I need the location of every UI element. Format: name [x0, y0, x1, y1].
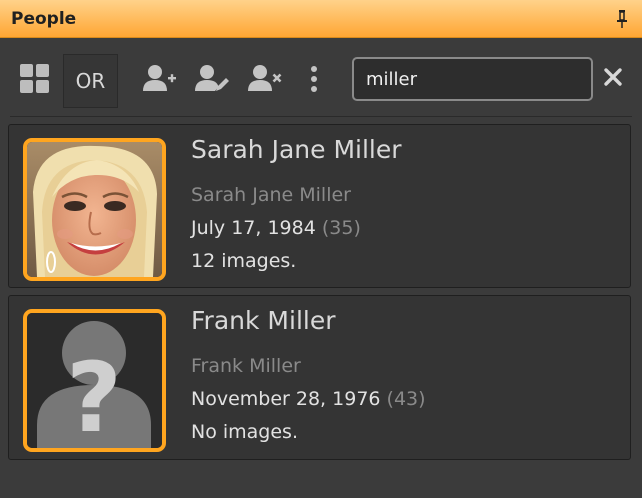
person-avatar	[23, 138, 166, 281]
person-card[interactable]: Sarah Jane Miller Sarah Jane Miller July…	[8, 124, 631, 288]
toolbar: OR	[0, 38, 642, 118]
edit-person-icon	[195, 64, 229, 98]
pin-icon[interactable]	[616, 9, 628, 29]
people-panel: People OR miller Sarah Jane Miller Sarah…	[0, 0, 642, 498]
person-card[interactable]: ? Frank Miller Frank Miller November 28,…	[8, 295, 631, 460]
person-name: Sarah Jane Miller	[191, 135, 402, 164]
person-info: Sarah Jane Miller Sarah Jane Miller July…	[191, 131, 611, 275]
person-alias: Frank Miller	[191, 355, 301, 377]
person-birthdate: November 28, 1976	[191, 388, 381, 410]
more-options-button[interactable]	[300, 54, 328, 108]
edit-person-button[interactable]	[192, 54, 232, 108]
panel-titlebar: People	[0, 0, 642, 38]
person-avatar: ?	[23, 309, 166, 452]
panel-title: People	[11, 9, 77, 29]
person-image-count: No images.	[191, 421, 298, 443]
or-filter-toggle[interactable]: OR	[63, 54, 118, 108]
person-image-count: 12 images.	[191, 250, 297, 272]
clear-search-button[interactable]	[598, 62, 628, 96]
person-birthdate: July 17, 1984	[191, 217, 316, 239]
view-mode-button[interactable]	[14, 54, 56, 108]
remove-person-button[interactable]	[245, 54, 285, 108]
add-person-icon	[143, 64, 177, 98]
add-person-button[interactable]	[140, 54, 180, 108]
search-input[interactable]	[352, 57, 593, 101]
close-icon	[603, 67, 623, 91]
grid-view-icon	[19, 63, 51, 99]
person-birthdate-row: November 28, 1976 (43)	[191, 385, 611, 413]
person-birthdate-row: July 17, 1984 (35)	[191, 214, 611, 242]
unknown-person-icon: ?	[27, 313, 162, 448]
svg-text:?: ?	[66, 342, 122, 448]
toolbar-divider	[10, 116, 632, 117]
person-alias: Sarah Jane Miller	[191, 184, 351, 206]
person-name: Frank Miller	[191, 306, 336, 335]
person-photo	[27, 142, 162, 277]
person-age: (43)	[386, 388, 426, 410]
person-info: Frank Miller Frank Miller November 28, 1…	[191, 302, 611, 446]
remove-person-icon	[248, 64, 282, 98]
person-age: (35)	[321, 217, 361, 239]
more-vertical-icon	[309, 65, 319, 97]
